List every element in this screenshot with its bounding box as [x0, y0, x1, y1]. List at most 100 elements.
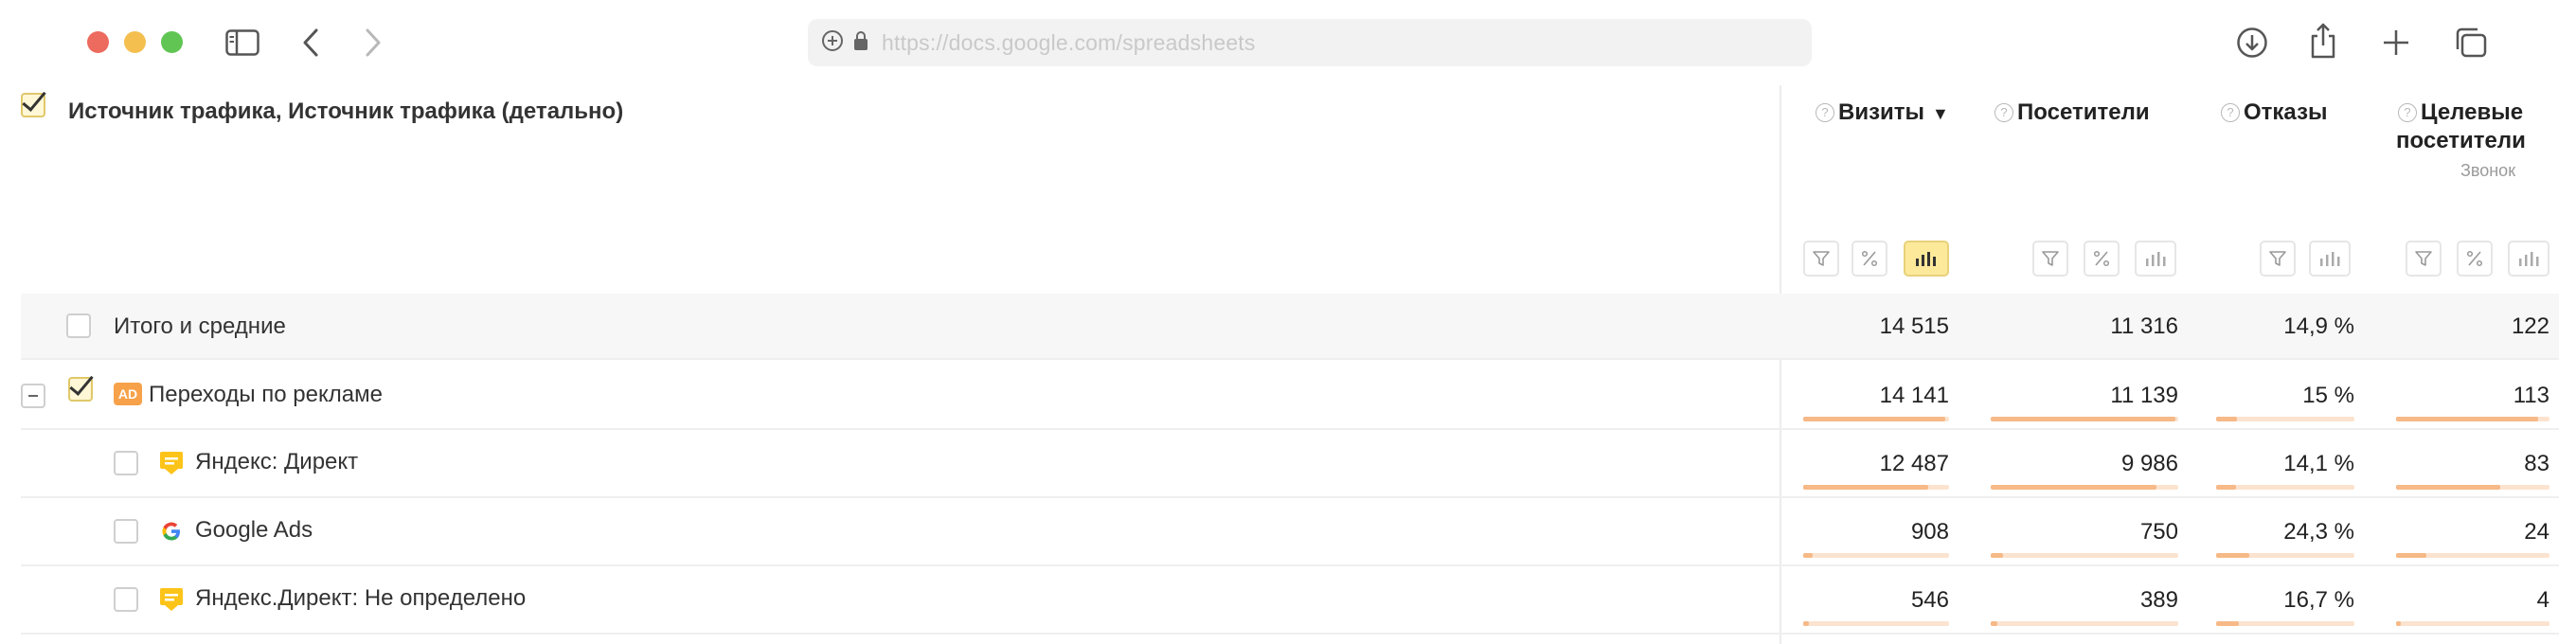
row-checkbox[interactable] — [68, 377, 93, 402]
share-bar-fill — [2396, 553, 2426, 558]
forward-icon[interactable] — [362, 26, 385, 60]
row-checkbox[interactable] — [114, 587, 138, 612]
help-icon[interactable]: ? — [1995, 103, 2013, 122]
cell-bounces: 24,3 % — [2283, 519, 2354, 545]
sort-desc-icon[interactable]: ▼ — [1932, 104, 1949, 123]
filter-icon — [2269, 251, 2286, 266]
table-row[interactable]: Яндекс.Директ: Не определено — [21, 566, 2559, 635]
share-bar — [1803, 621, 1949, 626]
percent-icon — [2093, 250, 2110, 267]
share-bar-fill — [1803, 417, 1945, 421]
address-bar[interactable]: https://docs.google.com/spreadsheets — [808, 19, 1812, 66]
row-checkbox[interactable] — [114, 519, 138, 544]
lock-icon — [853, 30, 868, 56]
help-icon[interactable]: ? — [2398, 103, 2417, 122]
column-header-goal-visitors-line2[interactable]: посетители — [2396, 127, 2526, 155]
percent-button[interactable] — [1852, 241, 1887, 277]
share-bar-fill — [1991, 485, 2156, 490]
url-text[interactable]: https://docs.google.com/spreadsheets — [882, 30, 1256, 56]
yandex-direct-icon — [159, 451, 184, 475]
share-bar-fill — [2216, 621, 2239, 626]
share-bar-fill — [2216, 417, 2237, 421]
cell-visitors: 750 — [2139, 519, 2178, 545]
filter-icon — [2042, 251, 2059, 266]
share-bar-fill — [2216, 553, 2249, 558]
bars-button[interactable] — [2508, 241, 2549, 277]
share-icon[interactable] — [2309, 21, 2337, 61]
report-table: Источник трафика, Источник трафика (дета… — [0, 85, 2576, 644]
share-bar-fill — [1803, 553, 1813, 558]
bars-button[interactable] — [2135, 241, 2176, 277]
percent-icon — [1861, 250, 1878, 267]
filter-button[interactable] — [2406, 241, 2442, 277]
filter-button[interactable] — [2260, 241, 2296, 277]
maximize-window-icon[interactable] — [161, 31, 183, 53]
table-row[interactable]: Яндекс: Директ — [21, 430, 2559, 498]
share-bar — [1803, 485, 1949, 490]
filter-button[interactable] — [1803, 241, 1839, 277]
filter-button[interactable] — [2032, 241, 2068, 277]
row-label[interactable]: Яндекс.Директ: Не определено — [195, 585, 526, 612]
share-bar — [2396, 621, 2549, 626]
bars-button[interactable] — [1904, 241, 1949, 277]
share-bar-fill — [1991, 417, 2175, 421]
row-label[interactable]: Google Ads — [195, 517, 313, 544]
cell-bounces: 14,9 % — [2283, 313, 2354, 339]
share-bar — [2396, 417, 2549, 421]
percent-button[interactable] — [2084, 241, 2120, 277]
share-bar-fill — [1803, 485, 1928, 490]
column-header-goal-visitors[interactable]: ? Целевые — [2398, 98, 2523, 127]
totals-row: Итого и средние — [21, 294, 2559, 360]
dimension-header[interactable]: Источник трафика, Источник трафика (дета… — [68, 98, 623, 125]
row-checkbox[interactable] — [66, 313, 91, 338]
goal-name-label: Звонок — [2460, 161, 2516, 180]
bar-chart-icon — [1916, 252, 1936, 266]
new-tab-icon[interactable] — [2381, 27, 2411, 58]
share-bar — [1803, 553, 1949, 558]
cell-goal-visitors: 122 — [2511, 313, 2549, 339]
sidebar-icon[interactable] — [224, 28, 261, 57]
share-bar-fill — [1991, 553, 2003, 558]
row-label[interactable]: Переходы по рекламе — [149, 382, 383, 408]
cell-goal-visitors: 113 — [2513, 383, 2549, 408]
share-bar-fill — [1803, 621, 1809, 626]
column-header-visits[interactable]: ? Визиты ▼ — [1816, 98, 1949, 128]
help-icon[interactable]: ? — [2221, 103, 2240, 122]
share-bar-fill — [1991, 621, 1997, 626]
share-bar-fill — [2396, 417, 2538, 421]
row-checkbox[interactable] — [114, 451, 138, 475]
column-header-visitors[interactable]: ? Посетители — [1995, 98, 2150, 127]
percent-button[interactable] — [2457, 241, 2493, 277]
close-window-icon[interactable] — [87, 31, 109, 53]
collapse-button[interactable] — [21, 384, 45, 408]
column-header-bounces[interactable]: ? Отказы — [2221, 98, 2328, 127]
cell-visits: 12 487 — [1879, 451, 1949, 476]
share-bar — [1991, 553, 2178, 558]
cell-goal-visitors: 83 — [2524, 451, 2549, 476]
select-all-checkbox[interactable] — [21, 93, 45, 117]
cell-visitors: 9 986 — [2120, 451, 2178, 476]
share-bar — [2216, 621, 2354, 626]
share-bar — [1803, 417, 1949, 421]
share-bar — [1991, 417, 2178, 421]
ad-badge-icon: AD — [114, 383, 142, 405]
share-bar-fill — [2216, 485, 2236, 490]
google-icon — [159, 519, 184, 544]
share-bar — [1991, 621, 2178, 626]
row-label[interactable]: Яндекс: Директ — [195, 449, 358, 475]
bars-button[interactable] — [2309, 241, 2351, 277]
cell-visitors: 389 — [2139, 587, 2178, 613]
help-icon[interactable]: ? — [1816, 103, 1834, 122]
cell-visits: 908 — [1910, 519, 1949, 545]
cell-visitors: 11 139 — [2110, 383, 2178, 408]
table-row[interactable]: Google Ads — [21, 498, 2559, 566]
cell-bounces: 14,1 % — [2283, 451, 2354, 476]
download-icon[interactable] — [2235, 26, 2269, 60]
back-icon[interactable] — [299, 26, 322, 60]
cell-visits: 546 — [1910, 587, 1949, 613]
site-info-icon[interactable] — [821, 29, 844, 57]
tabs-overview-icon[interactable] — [2453, 26, 2489, 60]
table-row[interactable]: AD Переходы по рекламе — [21, 362, 2559, 430]
minimize-window-icon[interactable] — [124, 31, 146, 53]
share-bar — [2216, 485, 2354, 490]
